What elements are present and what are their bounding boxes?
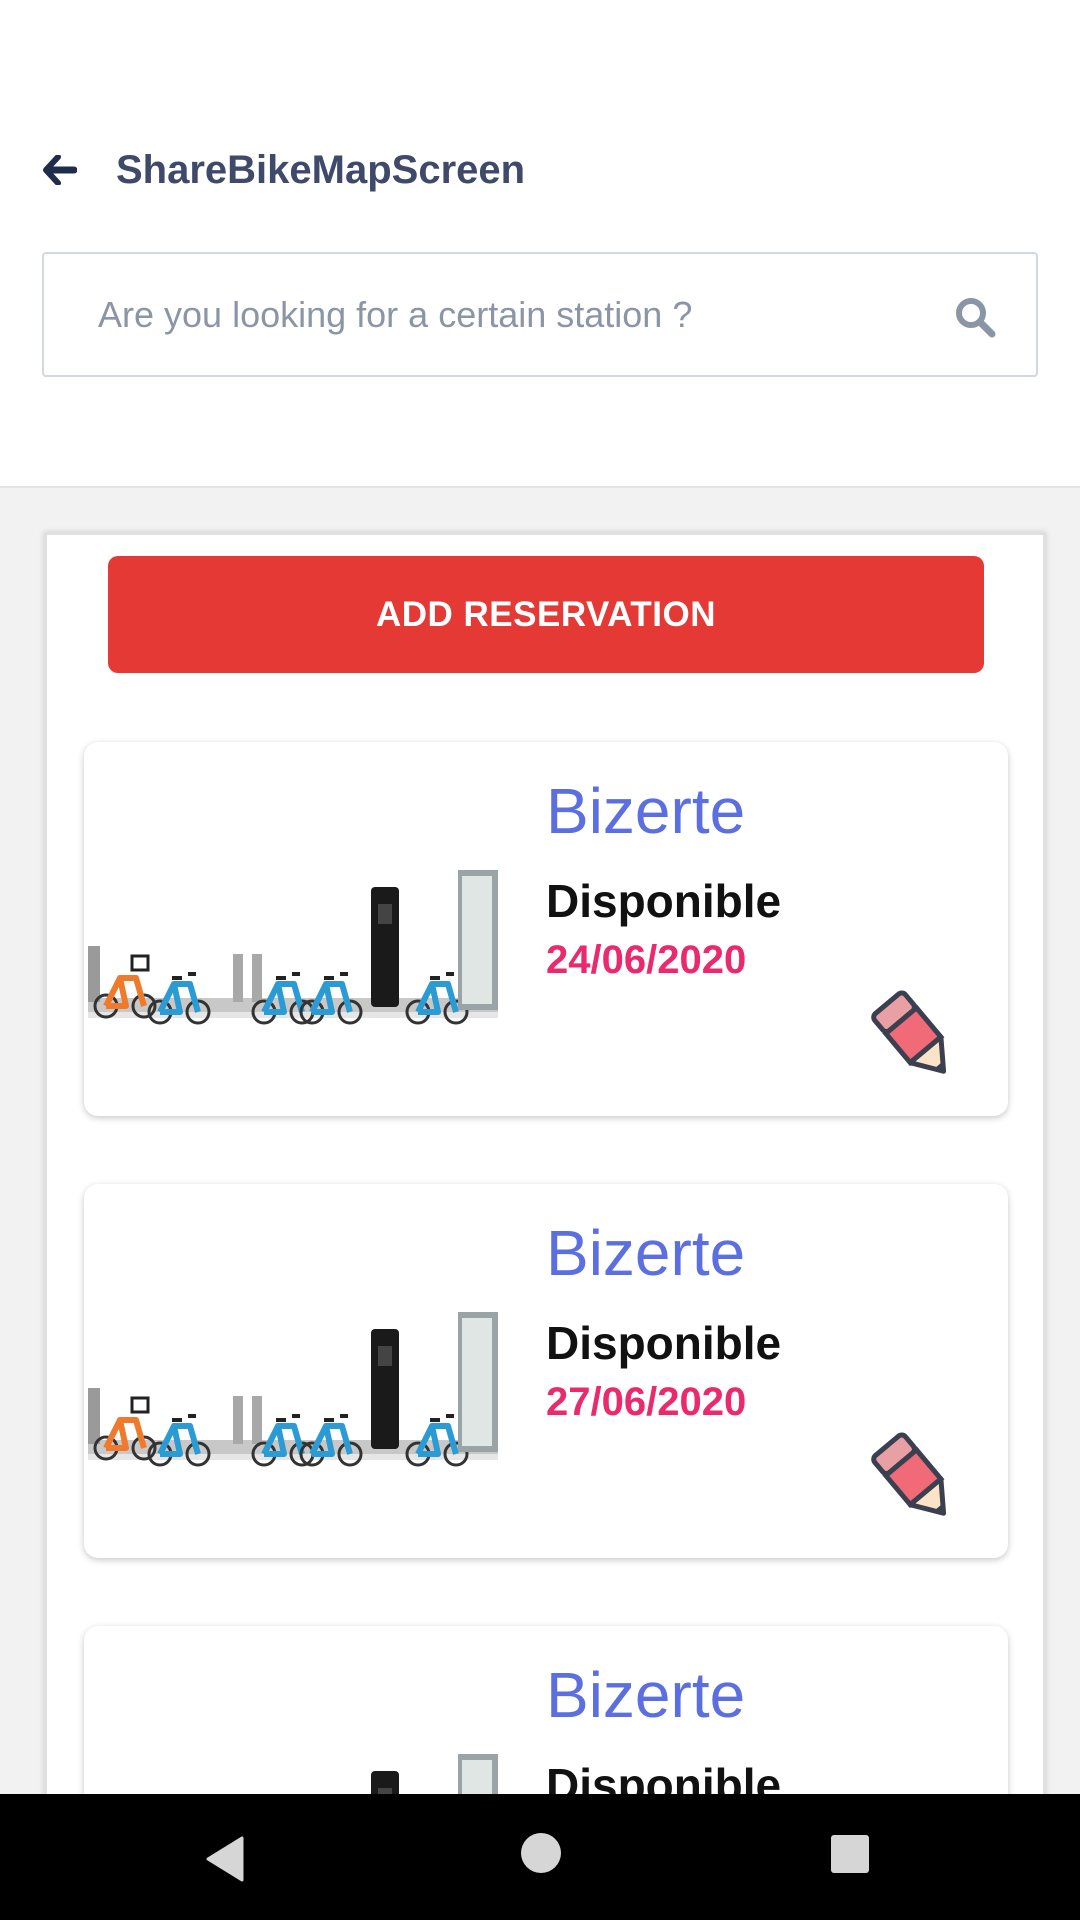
reservation-date: 24/06/2020 [546, 938, 747, 982]
circle-home-icon[interactable] [521, 1833, 561, 1873]
square-recents-icon[interactable] [831, 1835, 869, 1873]
reservation-date: 27/06/2020 [546, 1380, 747, 1424]
reservation-card[interactable]: Bizerte Disponible 24/06/2020 [84, 742, 1008, 1116]
station-city: Bizerte [546, 1659, 746, 1731]
search-input[interactable] [98, 284, 918, 346]
reservation-card[interactable]: Bizerte Disponible 27/06/2020 [84, 1184, 1008, 1558]
system-back-button[interactable] [202, 1834, 252, 1884]
back-button[interactable] [36, 140, 84, 200]
station-city: Bizerte [546, 775, 746, 847]
pencil-icon [864, 1428, 964, 1528]
triangle-back-icon [206, 1836, 244, 1882]
search-icon [956, 298, 996, 338]
station-city: Bizerte [546, 1217, 746, 1289]
edit-reservation-button[interactable] [864, 986, 964, 1086]
system-navigation-bar [0, 1794, 1080, 1920]
availability-status: Disponible [546, 1317, 782, 1369]
search-button[interactable] [950, 290, 1000, 344]
add-reservation-button[interactable]: ADD RESERVATION [108, 556, 984, 673]
bike-station-photo [88, 1192, 520, 1554]
pencil-icon [864, 986, 964, 1086]
app-header: ShareBikeMapScreen [0, 0, 1080, 488]
arrow-left-icon [43, 155, 77, 185]
page-title: ShareBikeMapScreen [116, 148, 526, 192]
search-box [42, 252, 1038, 377]
bike-station-photo [88, 750, 520, 1112]
availability-status: Disponible [546, 875, 782, 927]
edit-reservation-button[interactable] [864, 1428, 964, 1528]
